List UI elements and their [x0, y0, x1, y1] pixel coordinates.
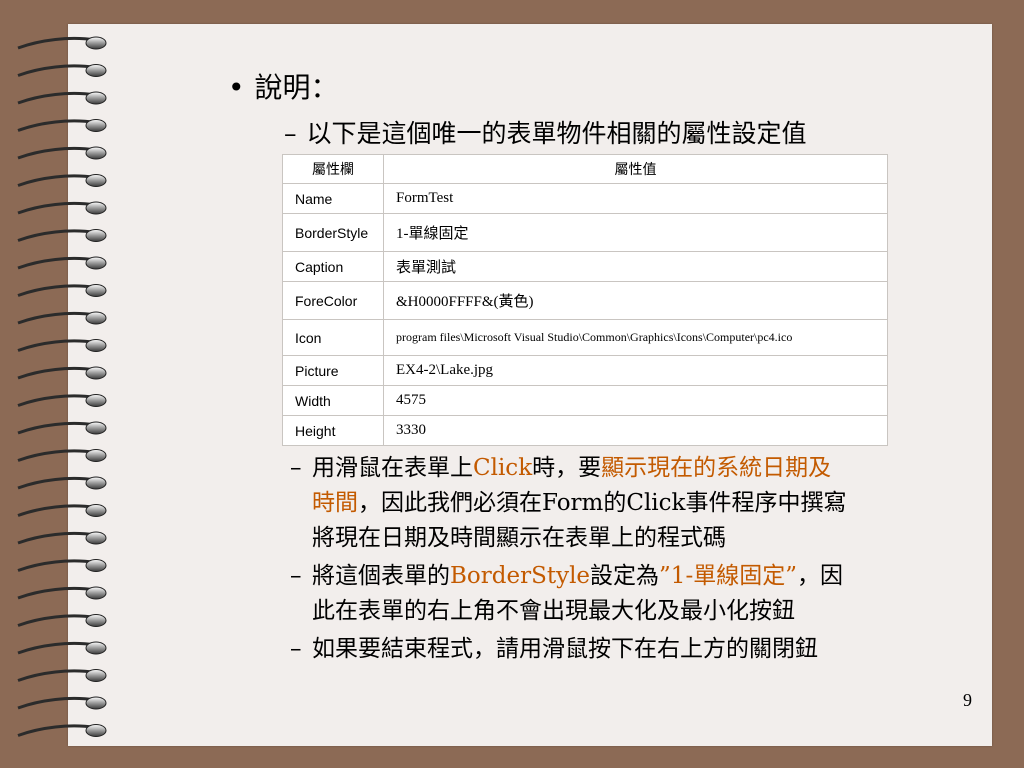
table-row: ForeColor &H0000FFFF&(黃色) [282, 281, 888, 320]
row-value: 4575 [383, 385, 888, 416]
row-key: Caption [282, 251, 384, 282]
header-property-name: 屬性欄 [282, 154, 384, 184]
note-1: – 用滑鼠在表單上Click時，要顯示現在的系統日期及 時間，因此我們必須在For… [290, 451, 950, 556]
bullet-icon: • [228, 71, 245, 104]
left-border [0, 0, 68, 768]
note-1-text: 將現在日期及時間顯示在表單上的程式碼 [312, 525, 726, 551]
note-2-text: 將這個表單的 [312, 563, 450, 589]
row-value: EX4-2\Lake.jpg [383, 355, 888, 386]
heading: • 說明： [228, 66, 339, 106]
dash-icon: – [290, 563, 302, 589]
note-1-highlight: 時間 [312, 490, 358, 516]
row-value: &H0000FFFF&(黃色) [383, 281, 888, 320]
row-key: Picture [282, 355, 384, 386]
note-1-text: 用滑鼠在表單上 [312, 455, 473, 481]
table-row: Icon program files\Microsoft Visual Stud… [282, 319, 888, 356]
note-2-highlight: ”1-單線固定” [659, 563, 797, 589]
table-row: Picture EX4-2\Lake.jpg [282, 355, 888, 386]
row-key: Width [282, 385, 384, 416]
table-row: Caption 表單測試 [282, 251, 888, 282]
row-value: 1-單線固定 [383, 213, 888, 252]
note-2-text: ，因 [796, 563, 843, 589]
header-property-value: 屬性值 [383, 154, 888, 184]
row-key: BorderStyle [282, 213, 384, 252]
note-2-text: 設定為 [590, 563, 660, 589]
dash-icon: – [290, 636, 302, 662]
row-value: 3330 [383, 415, 888, 446]
subheading: – 以下是這個唯一的表單物件相關的屬性設定值 [284, 114, 807, 150]
row-value: FormTest [383, 183, 888, 214]
row-value: program files\Microsoft Visual Studio\Co… [383, 319, 888, 356]
row-key: Icon [282, 319, 384, 356]
row-value: 表單測試 [383, 251, 888, 282]
note-1-text: ，因此我們必須在Form的Click事件程序中撰寫 [358, 490, 847, 516]
table-row: Height 3330 [282, 415, 888, 446]
table-row: Name FormTest [282, 183, 888, 214]
subheading-text: 以下是這個唯一的表單物件相關的屬性設定值 [306, 119, 807, 148]
note-2-highlight: BorderStyle [450, 563, 591, 589]
dash-icon: – [284, 119, 297, 148]
table-row: BorderStyle 1-單線固定 [282, 213, 888, 252]
dash-icon: – [290, 455, 302, 481]
row-key: Name [282, 183, 384, 214]
note-1-highlight: 顯示現在的系統日期及 [601, 455, 832, 481]
note-2-text: 此在表單的右上角不會出現最大化及最小化按鈕 [312, 598, 795, 624]
note-1-text: 時，要 [532, 455, 602, 481]
note-1-highlight-click: Click [473, 455, 533, 481]
table-header-row: 屬性欄 屬性值 [282, 154, 888, 184]
page-number: 9 [963, 690, 972, 710]
row-key: Height [282, 415, 384, 446]
note-3: – 如果要結束程式，請用滑鼠按下在右上方的關閉鈕 [290, 632, 950, 667]
note-2: – 將這個表單的BorderStyle設定為”1-單線固定”，因 此在表單的右上角… [290, 559, 950, 629]
table-row: Width 4575 [282, 385, 888, 416]
row-key: ForeColor [282, 281, 384, 320]
heading-text: 說明： [254, 71, 339, 104]
note-3-text: 如果要結束程式，請用滑鼠按下在右上方的關閉鈕 [312, 636, 818, 662]
property-table: 屬性欄 屬性值 Name FormTest BorderStyle 1-單線固定… [282, 154, 888, 446]
